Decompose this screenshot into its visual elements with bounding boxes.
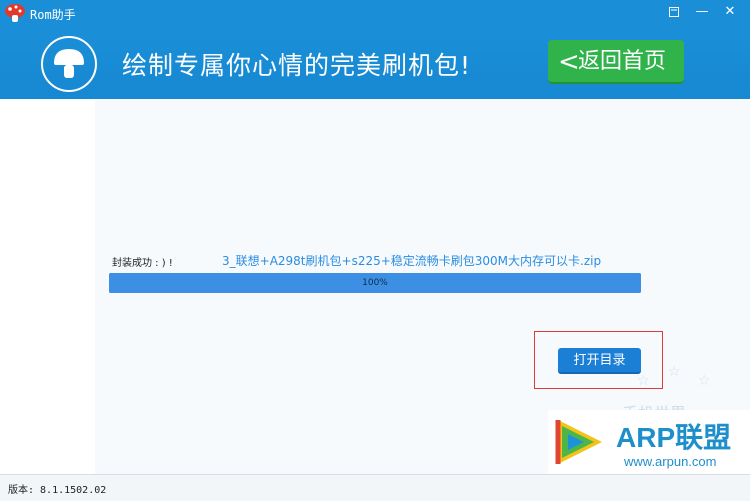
open-directory-button[interactable]: 打开目录 [558, 348, 641, 374]
restore-button[interactable] [666, 4, 682, 20]
arp-url: www.arpun.com [624, 454, 717, 469]
title-bar: Rom助手 — ✕ [0, 0, 750, 26]
header-banner: 绘制专属你心情的完美刷机包! < 返回首页 [0, 26, 750, 99]
output-filename: 3_联想+A298t刷机包+s225+稳定流畅卡刷包300M大内存可以卡.zip [222, 254, 602, 268]
status-label: 封装成功 : ) ! [112, 258, 173, 269]
mushroom-logo-icon [5, 4, 25, 22]
restore-icon [669, 7, 679, 17]
play-logo-icon [555, 420, 602, 464]
star-icon: ☆ [668, 364, 681, 380]
star-icon: ☆ [698, 373, 711, 389]
back-home-label: 返回首页 [578, 49, 667, 74]
version-label: 版本: 8.1.1502.02 [8, 485, 107, 496]
status-bar [0, 474, 750, 501]
progress-percent: 100% [362, 278, 388, 288]
chevron-left-icon: < [558, 47, 580, 77]
arp-logo: ARP联盟 www.arpun.com [548, 410, 750, 474]
minimize-button[interactable]: — [694, 4, 710, 20]
progress-bar: 100% [109, 273, 641, 293]
close-button[interactable]: ✕ [722, 4, 738, 20]
mushroom-outline-icon [41, 36, 97, 92]
window-title: Rom助手 [30, 8, 76, 22]
back-home-button[interactable]: < 返回首页 [548, 40, 684, 84]
banner-slogan: 绘制专属你心情的完美刷机包! [122, 51, 472, 80]
arp-brand-name: ARP联盟 [616, 422, 732, 453]
star-icon: ☆ [637, 373, 650, 389]
